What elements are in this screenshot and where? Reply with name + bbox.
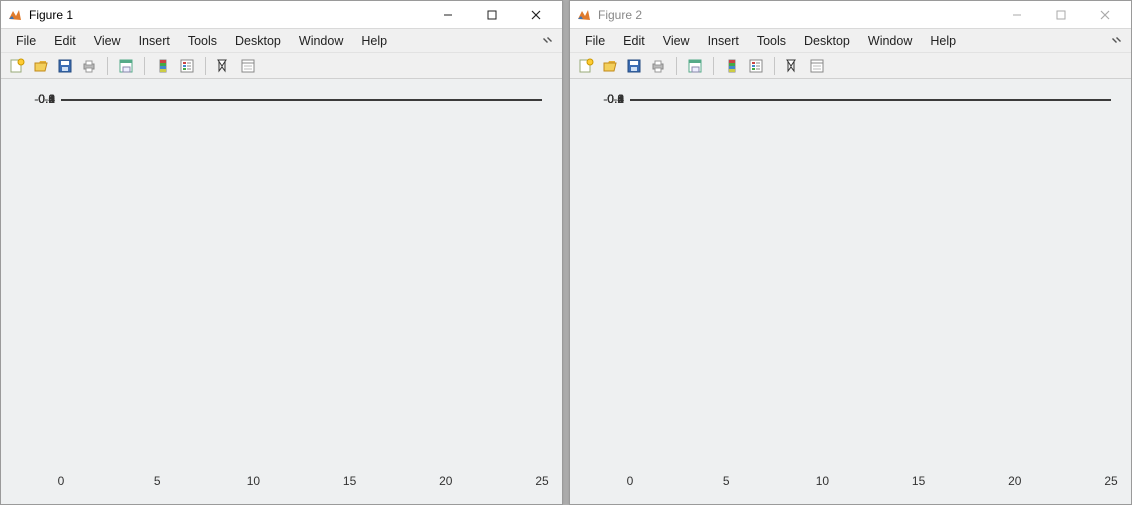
toolbar-separator bbox=[774, 57, 775, 75]
menu-help[interactable]: Help bbox=[352, 31, 396, 51]
save-icon[interactable] bbox=[55, 56, 75, 76]
menu-edit[interactable]: Edit bbox=[45, 31, 85, 51]
new-figure-icon[interactable] bbox=[7, 56, 27, 76]
desktop: Figure 1 FileEditViewInsertToolsDesktopW… bbox=[0, 0, 1132, 505]
open-icon[interactable] bbox=[31, 56, 51, 76]
open-property-inspector-icon[interactable] bbox=[238, 56, 258, 76]
insert-colorbar-icon[interactable] bbox=[153, 56, 173, 76]
minimize-button[interactable] bbox=[995, 1, 1039, 29]
toolbar bbox=[1, 53, 562, 79]
print-icon[interactable] bbox=[79, 56, 99, 76]
menu-edit[interactable]: Edit bbox=[614, 31, 654, 51]
edit-plot-icon[interactable] bbox=[214, 56, 234, 76]
window-title: Figure 1 bbox=[29, 8, 426, 22]
toolbar-separator bbox=[144, 57, 145, 75]
menu-tools[interactable]: Tools bbox=[748, 31, 795, 51]
menu-insert[interactable]: Insert bbox=[699, 31, 748, 51]
axes[interactable]: -1-0.8-0.6-0.4-0.200.20.40.60.81 0510152… bbox=[61, 99, 542, 470]
x-tick-label: 0 bbox=[58, 474, 65, 488]
window-title: Figure 2 bbox=[598, 8, 995, 22]
window-controls bbox=[995, 1, 1127, 29]
menu-file[interactable]: File bbox=[7, 31, 45, 51]
menu-tools[interactable]: Tools bbox=[179, 31, 226, 51]
axes-box bbox=[61, 99, 542, 101]
toolbar bbox=[570, 53, 1131, 79]
y-tick-label: 1 bbox=[48, 92, 55, 106]
menu-file[interactable]: File bbox=[576, 31, 614, 51]
close-button[interactable] bbox=[1083, 1, 1127, 29]
matlab-app-icon bbox=[7, 7, 23, 23]
x-tick-label: 25 bbox=[535, 474, 548, 488]
x-tick-labels: 0510152025 bbox=[630, 470, 1111, 490]
x-tick-label: 10 bbox=[247, 474, 260, 488]
maximize-button[interactable] bbox=[1039, 1, 1083, 29]
x-tick-label: 15 bbox=[912, 474, 925, 488]
window-controls bbox=[426, 1, 558, 29]
menubar-overflow-icon[interactable] bbox=[538, 34, 556, 48]
print-icon[interactable] bbox=[648, 56, 668, 76]
axes[interactable]: -1-0.8-0.6-0.4-0.200.20.40.60.81 0510152… bbox=[630, 99, 1111, 470]
menu-view[interactable]: View bbox=[85, 31, 130, 51]
chart-area: -1-0.8-0.6-0.4-0.200.20.40.60.81 0 5 10 15 2… bbox=[570, 79, 1131, 504]
x-tick-labels: 0510152025 bbox=[61, 470, 542, 490]
menu-insert[interactable]: Insert bbox=[130, 31, 179, 51]
menubar: FileEditViewInsertToolsDesktopWindowHelp bbox=[1, 29, 562, 53]
x-tick-label: 5 bbox=[723, 474, 730, 488]
menu-desktop[interactable]: Desktop bbox=[226, 31, 290, 51]
x-tick-label: 5 bbox=[154, 474, 161, 488]
x-tick-label: 15 bbox=[343, 474, 356, 488]
x-tick-label: 25 bbox=[1104, 474, 1117, 488]
y-tick-labels: -1-0.8-0.6-0.4-0.200.20.40.60.81 bbox=[25, 99, 61, 470]
insert-legend-icon[interactable] bbox=[177, 56, 197, 76]
titlebar[interactable]: Figure 2 bbox=[570, 1, 1131, 29]
save-icon[interactable] bbox=[624, 56, 644, 76]
maximize-button[interactable] bbox=[470, 1, 514, 29]
new-figure-icon[interactable] bbox=[576, 56, 596, 76]
y-tick-labels: -1-0.8-0.6-0.4-0.200.20.40.60.81 bbox=[594, 99, 630, 470]
open-property-inspector-icon[interactable] bbox=[807, 56, 827, 76]
insert-colorbar-icon[interactable] bbox=[722, 56, 742, 76]
x-tick-label: 20 bbox=[439, 474, 452, 488]
menu-window[interactable]: Window bbox=[290, 31, 352, 51]
edit-plot-icon[interactable] bbox=[783, 56, 803, 76]
titlebar[interactable]: Figure 1 bbox=[1, 1, 562, 29]
toolbar-separator bbox=[205, 57, 206, 75]
chart-area: -1-0.8-0.6-0.4-0.200.20.40.60.81 0 5 10 15 2… bbox=[1, 79, 562, 504]
link-axes-icon[interactable] bbox=[116, 56, 136, 76]
open-icon[interactable] bbox=[600, 56, 620, 76]
menubar: FileEditViewInsertToolsDesktopWindowHelp bbox=[570, 29, 1131, 53]
axes-box bbox=[630, 99, 1111, 101]
close-button[interactable] bbox=[514, 1, 558, 29]
x-tick-label: 0 bbox=[627, 474, 634, 488]
toolbar-separator bbox=[713, 57, 714, 75]
menubar-overflow-icon[interactable] bbox=[1107, 34, 1125, 48]
menu-view[interactable]: View bbox=[654, 31, 699, 51]
matlab-app-icon bbox=[576, 7, 592, 23]
x-tick-label: 10 bbox=[816, 474, 829, 488]
menu-window[interactable]: Window bbox=[859, 31, 921, 51]
menu-help[interactable]: Help bbox=[921, 31, 965, 51]
y-tick-label: 1 bbox=[617, 92, 624, 106]
x-tick-label: 20 bbox=[1008, 474, 1021, 488]
minimize-button[interactable] bbox=[426, 1, 470, 29]
figure-window: Figure 1 FileEditViewInsertToolsDesktopW… bbox=[0, 0, 563, 505]
figure-window: Figure 2 FileEditViewInsertToolsDesktopW… bbox=[569, 0, 1132, 505]
menu-desktop[interactable]: Desktop bbox=[795, 31, 859, 51]
insert-legend-icon[interactable] bbox=[746, 56, 766, 76]
link-axes-icon[interactable] bbox=[685, 56, 705, 76]
toolbar-separator bbox=[107, 57, 108, 75]
toolbar-separator bbox=[676, 57, 677, 75]
